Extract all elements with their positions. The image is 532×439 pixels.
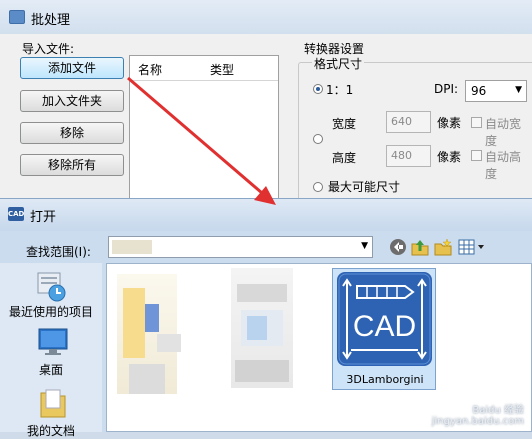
view-menu-icon[interactable] [457, 237, 487, 257]
up-folder-icon[interactable] [410, 237, 430, 257]
open-dialog-titlebar: CAD 打开 [0, 199, 532, 231]
import-group-label: 导入文件: [22, 42, 75, 56]
chevron-down-icon: ▼ [361, 241, 368, 251]
cad-icon-text: CAD [353, 310, 416, 343]
auto-width-label: 自动宽度 [485, 117, 522, 148]
batch-titlebar: 批处理 [0, 0, 532, 34]
dpi-select[interactable]: 96 ▼ [465, 80, 527, 102]
height-input[interactable]: 480 [386, 145, 431, 167]
width-label: 宽度 [332, 117, 357, 131]
place-recent[interactable]: 最近使用的项目 [0, 303, 102, 320]
chevron-down-icon: ▼ [515, 85, 522, 95]
dpi-value: 96 [471, 84, 487, 98]
watermark: Baidu 经验 jingyan.baidu.com [432, 405, 524, 427]
file-name-3dlamborgini: 3DLamborgini [346, 373, 424, 386]
cad-app-icon: CAD [8, 207, 24, 221]
blurred-file-detail [123, 288, 145, 358]
desktop-icon[interactable] [37, 327, 69, 357]
blurred-file-detail [235, 360, 289, 382]
width-unit-label: 像素 [437, 116, 462, 130]
auto-height-checkbox[interactable] [471, 150, 482, 161]
add-folder-button[interactable]: 加入文件夹 [20, 90, 124, 112]
batch-title: 批处理 [31, 13, 71, 28]
blurred-file-detail [247, 316, 267, 340]
remove-all-button[interactable]: 移除所有 [20, 154, 124, 176]
watermark-line2: jingyan.baidu.com [431, 416, 524, 427]
look-in-combo[interactable]: ▼ [108, 236, 373, 258]
recent-items-icon[interactable] [34, 269, 68, 303]
new-folder-icon[interactable] [433, 237, 453, 257]
ratio-label: 1：1 [326, 83, 354, 97]
batch-window: 批处理 导入文件: 添加文件 加入文件夹 移除 移除所有 名称 类型 转换器设置… [0, 0, 532, 204]
cad-file-icon: CAD [337, 272, 432, 366]
column-name[interactable]: 名称 [138, 61, 162, 78]
height-label: 高度 [332, 151, 357, 165]
blurred-file-detail [129, 364, 165, 394]
watermark-line1: Baidu 经验 [472, 405, 524, 416]
dpi-label: DPI: [434, 82, 459, 96]
max-size-label: 最大可能尺寸 [328, 180, 401, 194]
blurred-file-detail [237, 284, 287, 302]
ratio-radio[interactable] [313, 84, 323, 94]
remove-button[interactable]: 移除 [20, 122, 124, 144]
column-type[interactable]: 类型 [210, 61, 234, 78]
blurred-file-detail [157, 334, 181, 352]
file-list-header: 名称 类型 [130, 56, 278, 81]
look-in-value-blurred [112, 240, 152, 254]
app-icon [9, 10, 25, 24]
width-input[interactable]: 640 [386, 111, 431, 133]
open-dialog: CAD 打开 查找范围(I): ▼ 最近使用的项目 桌面 我的文档 CAD 3D… [0, 198, 532, 438]
places-bar: 最近使用的项目 桌面 我的文档 [0, 263, 102, 438]
back-icon[interactable] [388, 237, 408, 257]
file-item-3dlamborgini[interactable]: CAD 3DLamborgini [332, 268, 436, 390]
blurred-file-detail [145, 304, 159, 332]
place-desktop[interactable]: 桌面 [0, 361, 102, 378]
auto-height-label: 自动高度 [485, 150, 522, 181]
open-dialog-title: 打开 [30, 210, 57, 225]
documents-folder-icon[interactable] [38, 387, 68, 419]
custom-size-radio[interactable] [313, 134, 323, 144]
file-list[interactable]: 名称 类型 [129, 55, 279, 200]
max-size-radio[interactable] [313, 182, 323, 192]
height-unit-label: 像素 [437, 150, 462, 164]
look-in-label: 查找范围(I): [26, 245, 91, 259]
format-size-label: 格式尺寸 [312, 55, 365, 72]
auto-width-checkbox[interactable] [471, 117, 482, 128]
add-file-button[interactable]: 添加文件 [20, 57, 124, 79]
